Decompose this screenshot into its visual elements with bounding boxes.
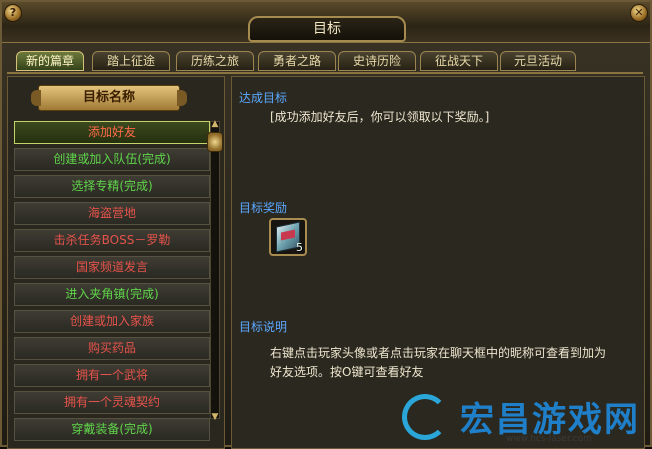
tab-new-year-event[interactable]: 元旦活动 (500, 51, 576, 71)
site-watermark: 宏昌游戏网 www.hcs-laser.com (394, 386, 652, 449)
tab-hero-road[interactable]: 勇者之路 (258, 51, 336, 71)
goal-item[interactable]: 穿戴装备(完成) (14, 418, 210, 441)
scroll-up-icon[interactable]: ▲ (208, 119, 222, 129)
tab-divider (7, 72, 643, 74)
goal-list-scrollbar[interactable] (210, 121, 220, 419)
scroll-thumb[interactable] (207, 132, 223, 152)
window-title: 目标 (248, 16, 406, 42)
goal-item[interactable]: 进入夹角镇(完成) (14, 283, 210, 306)
tab-epic-adventure[interactable]: 史诗历险 (338, 51, 416, 71)
goal-list-header: 目标名称 (31, 85, 187, 111)
goals-window: ? ✕ 目标 新的篇章 踏上征途 历练之旅 勇者之路 史诗历险 征战天下 元旦活… (0, 0, 652, 449)
scroll-down-icon[interactable]: ▼ (208, 412, 222, 422)
goal-item[interactable]: 海盗营地 (14, 202, 210, 225)
reward-count: 5 (296, 241, 303, 254)
goal-item[interactable]: 国家频道发言 (14, 256, 210, 279)
goal-item[interactable]: 购买药品 (14, 337, 210, 360)
goal-item[interactable]: 击杀任务BOSS－罗勒 (14, 229, 210, 252)
window-title-bar: ? ✕ 目标 (2, 2, 650, 43)
goal-item[interactable]: 创建或加入队伍(完成) (14, 148, 210, 171)
tab-journey[interactable]: 踏上征途 (92, 51, 170, 71)
goal-text: [成功添加好友后，你可以领取以下奖励。] (270, 110, 490, 124)
desc-line-1: 右键点击玩家头像或者点击玩家在聊天框中的昵称可查看到加为 (270, 346, 607, 360)
watermark-url: www.hcs-laser.com (506, 434, 592, 444)
close-icon[interactable]: ✕ (630, 4, 648, 22)
goal-item[interactable]: 拥有一个武将 (14, 364, 210, 387)
reward-slot[interactable]: 5 (269, 218, 307, 256)
tab-training[interactable]: 历练之旅 (176, 51, 254, 71)
help-icon[interactable]: ? (4, 4, 22, 22)
dragon-logo-icon (402, 394, 448, 440)
desc-line-2: 好友选项。按O键可查看好友 (270, 365, 424, 379)
tab-conquer[interactable]: 征战天下 (420, 51, 498, 71)
goal-item[interactable]: 选择专精(完成) (14, 175, 210, 198)
goal-item[interactable]: 拥有一个灵魂契约 (14, 391, 210, 414)
reward-section-title: 目标奖励 (239, 201, 288, 215)
goal-item[interactable]: 创建或加入家族 (14, 310, 210, 333)
desc-section-title: 目标说明 (239, 320, 288, 334)
goal-item[interactable]: 添加好友 (14, 121, 210, 144)
tab-new-chapter[interactable]: 新的篇章 (16, 51, 84, 71)
goal-section-title: 达成目标 (239, 91, 288, 105)
